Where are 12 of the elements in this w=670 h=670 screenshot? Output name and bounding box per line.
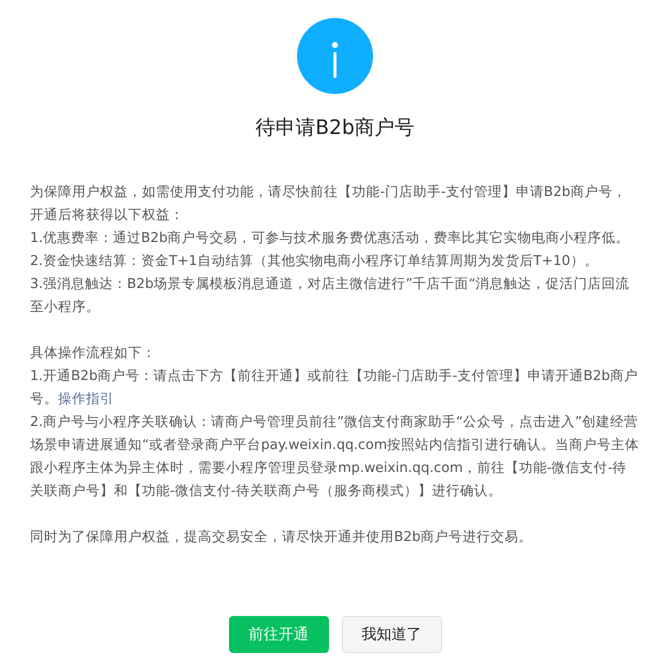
paragraph: 2.资金快速结算：资金T+1自动结算（其他实物电商小程序订单结算周期为发货后T+10）。: [30, 252, 600, 271]
dialog-title: 待申请B2b商户号: [255, 114, 415, 141]
info-icon: [297, 18, 373, 94]
paragraph: 1.优惠费率：通过B2b商户号交易，可参与技术服务费优惠活动，费率比其它实物电商小程序低。: [30, 229, 631, 248]
paragraph: 2.商户号与小程序关联确认：请商户号管理员前往”微信支付商家助手“公众号，点击进入”创建经营场景申请进展通知“或者登录商户平台pay.weixin.qq.com按照站内信指引进行确认。当商户号主体跟小程序主体为异主体时，需要小程序管理员登录mp.weixin.qq.com，前往【功能-微信支付-待关联商户号】和【功能-微信支付-待关联商户号（服务商模式）】进行确认。: [30, 413, 640, 501]
paragraph: 为保障用户权益，如需使用支付功能，请尽快前往【功能-门店助手-支付管理】申请B2b商户号，开通后将获得以下权益：: [30, 183, 628, 225]
paragraph: 3.强消息触达：B2b场景专属模板消息通道，对店主微信进行”千店千面“消息触达，促活门店回流至小程序。: [30, 275, 631, 317]
guide-link[interactable]: 操作指引: [58, 391, 114, 407]
paragraph: 1.开通B2b商户号：请点击下方【前往开通】或前往【功能-门店助手-支付管理】申请开通B2b商户号。操作指引: [30, 367, 639, 409]
paragraph: 同时为了保障用户权益，提高交易安全，请尽快开通并使用B2b商户号进行交易。: [30, 528, 534, 547]
paragraph: 具体操作流程如下：: [30, 344, 157, 363]
dismiss-button[interactable]: 我知道了: [342, 616, 442, 653]
